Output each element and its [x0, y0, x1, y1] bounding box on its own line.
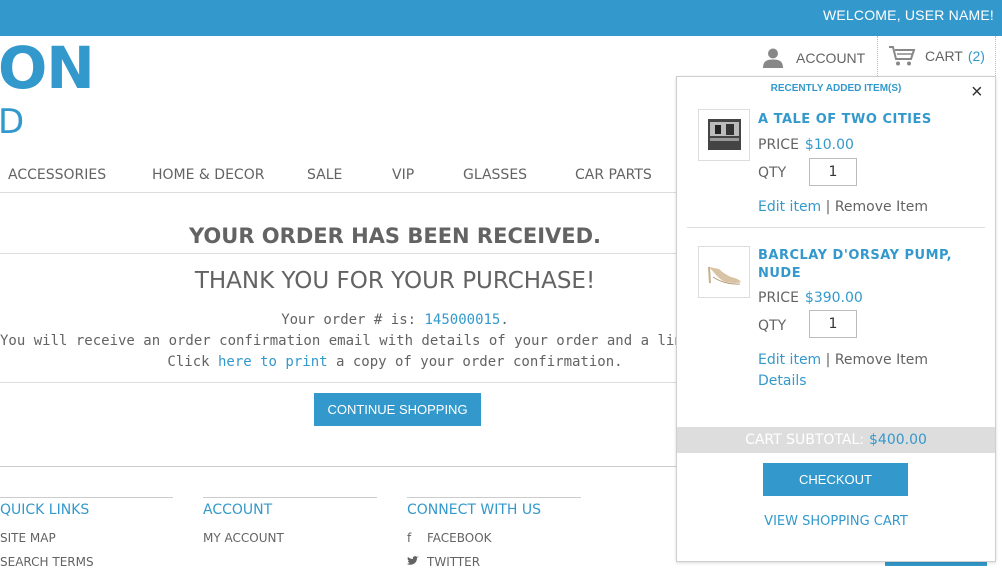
divider: [0, 382, 676, 383]
footer-connect-title: CONNECT WITH US: [407, 502, 541, 518]
footer-link-search-terms[interactable]: SEARCH TERMS: [0, 555, 173, 569]
twitter-label: TWITTER: [427, 555, 481, 569]
price-line: PRICE $390.00: [758, 290, 863, 306]
item-divider: [687, 227, 985, 228]
footer-quick-links-title: QUICK LINKS: [0, 502, 90, 518]
cart-link[interactable]: CART (2): [877, 36, 996, 76]
details-label: Details: [758, 373, 807, 389]
footer-connect: CONNECT WITH US f FACEBOOK TWITTER: [407, 497, 581, 569]
qty-label: QTY: [758, 318, 787, 334]
page-title: YOUR ORDER HAS BEEN RECEIVED.: [188, 224, 602, 248]
order-number-prefix: Your order # is:: [281, 312, 425, 328]
nav-item-home-decor[interactable]: HOME & DECOR: [152, 167, 264, 183]
nav-item-glasses[interactable]: GLASSES: [463, 167, 527, 183]
user-icon: [763, 48, 783, 68]
welcome-message: WELCOME, USER NAME!: [822, 7, 994, 23]
footer-link-site-map[interactable]: SITE MAP: [0, 531, 173, 545]
item-actions: Edit item | Remove Item: [758, 199, 928, 215]
continue-shopping-button[interactable]: CONTINUE SHOPPING: [314, 393, 481, 426]
action-divider: |: [821, 199, 835, 215]
product-thumbnail-book[interactable]: [698, 109, 750, 161]
twitter-icon: [407, 555, 427, 569]
details-link[interactable]: Details: [758, 373, 807, 389]
footer-link-facebook[interactable]: f FACEBOOK: [407, 531, 581, 545]
product-name-link[interactable]: A TALE OF TWO CITIES: [758, 111, 978, 129]
edit-item-link[interactable]: Edit item: [758, 352, 821, 368]
print-link[interactable]: here to print: [218, 354, 328, 370]
price-line: PRICE $10.00: [758, 137, 854, 153]
cart-icon: [889, 46, 916, 66]
order-number-line: Your order # is: 145000015.: [0, 312, 790, 328]
price-value: $390.00: [804, 290, 863, 306]
edit-item-link[interactable]: Edit item: [758, 199, 821, 215]
nav-item-vip[interactable]: VIP: [392, 167, 414, 183]
remove-item-link[interactable]: Remove Item: [835, 352, 928, 368]
cart-count: (2): [967, 48, 985, 64]
logo-text-line1[interactable]: ON: [0, 34, 95, 102]
qty-input[interactable]: [809, 310, 857, 338]
nav-item-car-parts[interactable]: CAR PARTS: [575, 167, 652, 183]
nav-item-sale[interactable]: SALE: [307, 167, 342, 183]
footer-account: ACCOUNT MY ACCOUNT: [203, 497, 377, 545]
product-thumbnail-shoe[interactable]: [698, 246, 750, 298]
action-divider: |: [821, 352, 835, 368]
subtotal-label: CART SUBTOTAL:: [745, 432, 865, 448]
footer-account-title: ACCOUNT: [203, 502, 273, 518]
top-bar: WELCOME, USER NAME!: [0, 0, 1002, 36]
nav-item-accessories[interactable]: ACCESSORIES: [8, 167, 106, 183]
price-label: PRICE: [758, 137, 799, 153]
account-label: ACCOUNT: [796, 50, 866, 66]
main-nav: ACCESSORIES HOME & DECOR SALE VIP GLASSE…: [0, 160, 676, 193]
divider: [0, 253, 676, 254]
email-notice: You will receive an order confirmation e…: [0, 333, 793, 349]
view-shopping-cart-link[interactable]: VIEW SHOPPING CART: [677, 514, 995, 529]
qty-input[interactable]: [809, 158, 857, 186]
qty-label: QTY: [758, 165, 787, 181]
facebook-icon: f: [407, 531, 412, 545]
remove-item-link[interactable]: Remove Item: [835, 199, 928, 215]
footer-divider: [0, 466, 676, 467]
order-number-link[interactable]: 145000015: [425, 312, 501, 328]
footer-link-twitter[interactable]: TWITTER: [407, 555, 581, 569]
cart-label: CART: [925, 48, 963, 64]
logo-text-line2[interactable]: D: [0, 102, 24, 142]
print-prefix: Click: [167, 354, 218, 370]
facebook-label: FACEBOOK: [427, 531, 492, 545]
checkout-button[interactable]: CHECKOUT: [763, 463, 908, 496]
footer-link-my-account[interactable]: MY ACCOUNT: [203, 531, 377, 545]
thank-you-heading: THANK YOU FOR YOUR PURCHASE!: [194, 268, 596, 294]
close-icon[interactable]: ×: [971, 81, 983, 104]
order-number-suffix: .: [500, 312, 509, 328]
item-actions: Edit item | Remove Item: [758, 352, 928, 368]
print-line: Click here to print a copy of your order…: [0, 354, 790, 370]
footer-quick-links: QUICK LINKS SITE MAP SEARCH TERMS: [0, 497, 173, 569]
subtotal-value: $400.00: [869, 432, 927, 448]
print-suffix: a copy of your order confirmation.: [327, 354, 623, 370]
product-name-link[interactable]: BARCLAY D'ORSAY PUMP, NUDE: [758, 247, 978, 283]
account-link[interactable]: ACCOUNT: [762, 44, 865, 72]
mini-cart-title: RECENTLY ADDED ITEM(S): [770, 83, 902, 94]
price-value: $10.00: [804, 137, 854, 153]
mini-cart-dropdown: RECENTLY ADDED ITEM(S) × A TALE OF TWO C…: [676, 76, 996, 562]
price-label: PRICE: [758, 290, 799, 306]
cart-subtotal: CART SUBTOTAL: $400.00: [677, 427, 995, 453]
